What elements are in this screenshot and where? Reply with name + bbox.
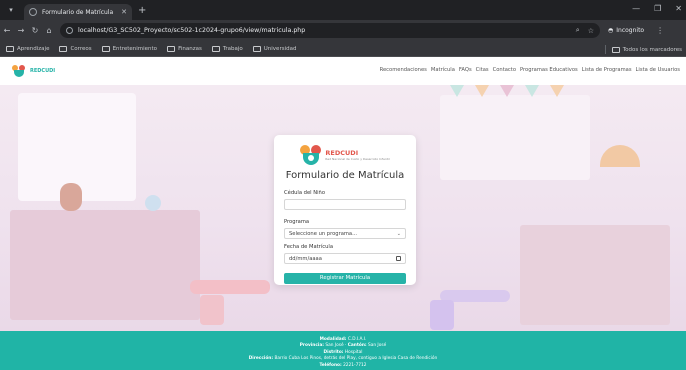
folder-icon	[101, 45, 110, 52]
bunting-flag	[450, 85, 464, 97]
site-footer: Modalidad: C.D.I.A.I. Provincia: San Jos…	[0, 331, 686, 370]
reload-icon[interactable]: ↻	[28, 26, 42, 35]
nav-lista-programas[interactable]: Lista de Programas	[582, 67, 632, 73]
form-logo: REDCUDI Red Nacional de Cuido y Desarrol…	[284, 145, 406, 165]
minimize-icon[interactable]: —	[632, 4, 640, 13]
registrar-matricula-button[interactable]: Registrar Matrícula	[284, 272, 406, 284]
nav-recomendaciones[interactable]: Recomendaciones	[380, 67, 427, 73]
form-logo-tagline: Red Nacional de Cuido y Desarrollo Infan…	[325, 157, 390, 161]
background-shelf	[520, 225, 670, 325]
programa-selected-value: Seleccione un programa...	[289, 230, 358, 237]
close-window-icon[interactable]: ✕	[675, 4, 682, 13]
bookmarks-bar: Aprendizaje Correos Entretenimiento Fina…	[0, 41, 686, 57]
folder-icon	[167, 45, 176, 52]
globe	[145, 195, 161, 211]
folder-icon	[211, 45, 220, 52]
browser-toolbar: ← → ↻ ⌂ localhost/G3_SC502_Proyecto/sc50…	[0, 20, 686, 41]
bookmark-folder[interactable]: Trabajo	[211, 45, 243, 52]
incognito-icon: ◓	[608, 27, 614, 34]
bookmarks-divider	[604, 45, 606, 54]
nav-matricula[interactable]: Matrícula	[431, 67, 455, 73]
bookmark-folder[interactable]: Correos	[59, 45, 92, 52]
all-bookmarks[interactable]: Todos los marcadores	[604, 45, 682, 54]
teddy-bear	[60, 183, 82, 211]
nav-citas[interactable]: Citas	[476, 67, 489, 73]
tab-search-icon[interactable]: ▾	[6, 5, 16, 15]
folder-icon	[59, 45, 68, 52]
form-title: Formulario de Matrícula	[285, 170, 405, 181]
footer-telefono: Teléfono: 2221-7712	[319, 362, 367, 368]
tab-favicon-icon	[29, 8, 37, 16]
fecha-input[interactable]: dd/mm/aaaa	[284, 253, 406, 264]
site-menu: Recomendaciones Matrícula FAQs Citas Con…	[380, 67, 680, 73]
background-table	[190, 280, 270, 294]
tab-close-icon[interactable]: ✕	[121, 8, 127, 16]
site-brand: REDCUDI	[30, 68, 56, 74]
incognito-indicator[interactable]: ◓ Incognito	[608, 27, 644, 34]
fecha-label: Fecha de Matrícula	[284, 244, 334, 250]
background-chair	[430, 300, 454, 330]
form-logo-text: REDCUDI Red Nacional de Cuido y Desarrol…	[325, 149, 389, 161]
fecha-placeholder: dd/mm/aaaa	[289, 255, 322, 262]
folder-icon	[252, 45, 261, 52]
programa-label: Programa	[284, 219, 310, 225]
chevron-down-icon: ⌄	[396, 230, 401, 237]
home-icon[interactable]: ⌂	[42, 26, 56, 35]
browser-menu-icon[interactable]: ⋮	[656, 26, 664, 35]
back-icon[interactable]: ←	[0, 26, 14, 35]
bunting-flag	[525, 85, 539, 97]
restore-icon[interactable]: ❐	[654, 4, 661, 13]
programa-select[interactable]: Seleccione un programa... ⌄	[284, 228, 406, 239]
folder-icon	[6, 45, 14, 52]
forward-icon[interactable]: →	[14, 26, 28, 35]
cedula-label: Cédula del Niño	[284, 190, 326, 196]
background-chair	[200, 295, 224, 325]
tab-title: Formulario de Matrícula	[42, 8, 114, 16]
zoom-icon[interactable]: ⌕	[576, 26, 580, 35]
background-shelf	[10, 210, 200, 320]
web-page: REDCUDI Recomendaciones Matrícula FAQs C…	[0, 57, 686, 370]
background-lamp	[600, 145, 640, 167]
form-logo-brand: REDCUDI	[325, 149, 359, 157]
site-info-icon[interactable]	[66, 27, 73, 34]
new-tab-button[interactable]: +	[138, 5, 146, 16]
cedula-input[interactable]	[284, 199, 406, 210]
background-window	[440, 95, 590, 180]
bunting-flag	[475, 85, 489, 97]
bookmark-folder[interactable]: Entretenimiento	[101, 45, 157, 52]
address-bar[interactable]: localhost/G3_SC502_Proyecto/sc502-1c2024…	[60, 23, 600, 38]
site-navbar: REDCUDI Recomendaciones Matrícula FAQs C…	[0, 57, 686, 85]
window-controls: — ❐ ✕	[632, 4, 682, 13]
bookmark-star-icon[interactable]: ☆	[588, 27, 594, 35]
redcudi-logo-icon	[300, 145, 322, 165]
bunting-flag	[500, 85, 514, 97]
nav-lista-usuarios[interactable]: Lista de Usuarios	[636, 67, 680, 73]
nav-programas-educativos[interactable]: Programas Educativos	[520, 67, 578, 73]
site-logo[interactable]: REDCUDI	[12, 65, 55, 77]
nav-faqs[interactable]: FAQs	[459, 67, 472, 73]
url-text[interactable]: localhost/G3_SC502_Proyecto/sc502-1c2024…	[78, 27, 568, 34]
redcudi-logo-icon	[12, 65, 26, 77]
browser-tab-bar: ▾ Formulario de Matrícula ✕ + — ❐ ✕	[0, 0, 686, 20]
bookmark-folder[interactable]: Aprendizaje	[6, 45, 49, 52]
browser-tab[interactable]: Formulario de Matrícula ✕	[24, 4, 132, 20]
folder-icon	[611, 46, 620, 53]
bookmark-folder[interactable]: Universidad	[252, 45, 296, 52]
bunting-flag	[550, 85, 564, 97]
incognito-label: Incognito	[616, 27, 645, 34]
matricula-form-card: REDCUDI Red Nacional de Cuido y Desarrol…	[274, 135, 416, 285]
calendar-icon[interactable]	[396, 256, 401, 261]
nav-contacto[interactable]: Contacto	[493, 67, 516, 73]
bookmark-folder[interactable]: Finanzas	[167, 45, 202, 52]
